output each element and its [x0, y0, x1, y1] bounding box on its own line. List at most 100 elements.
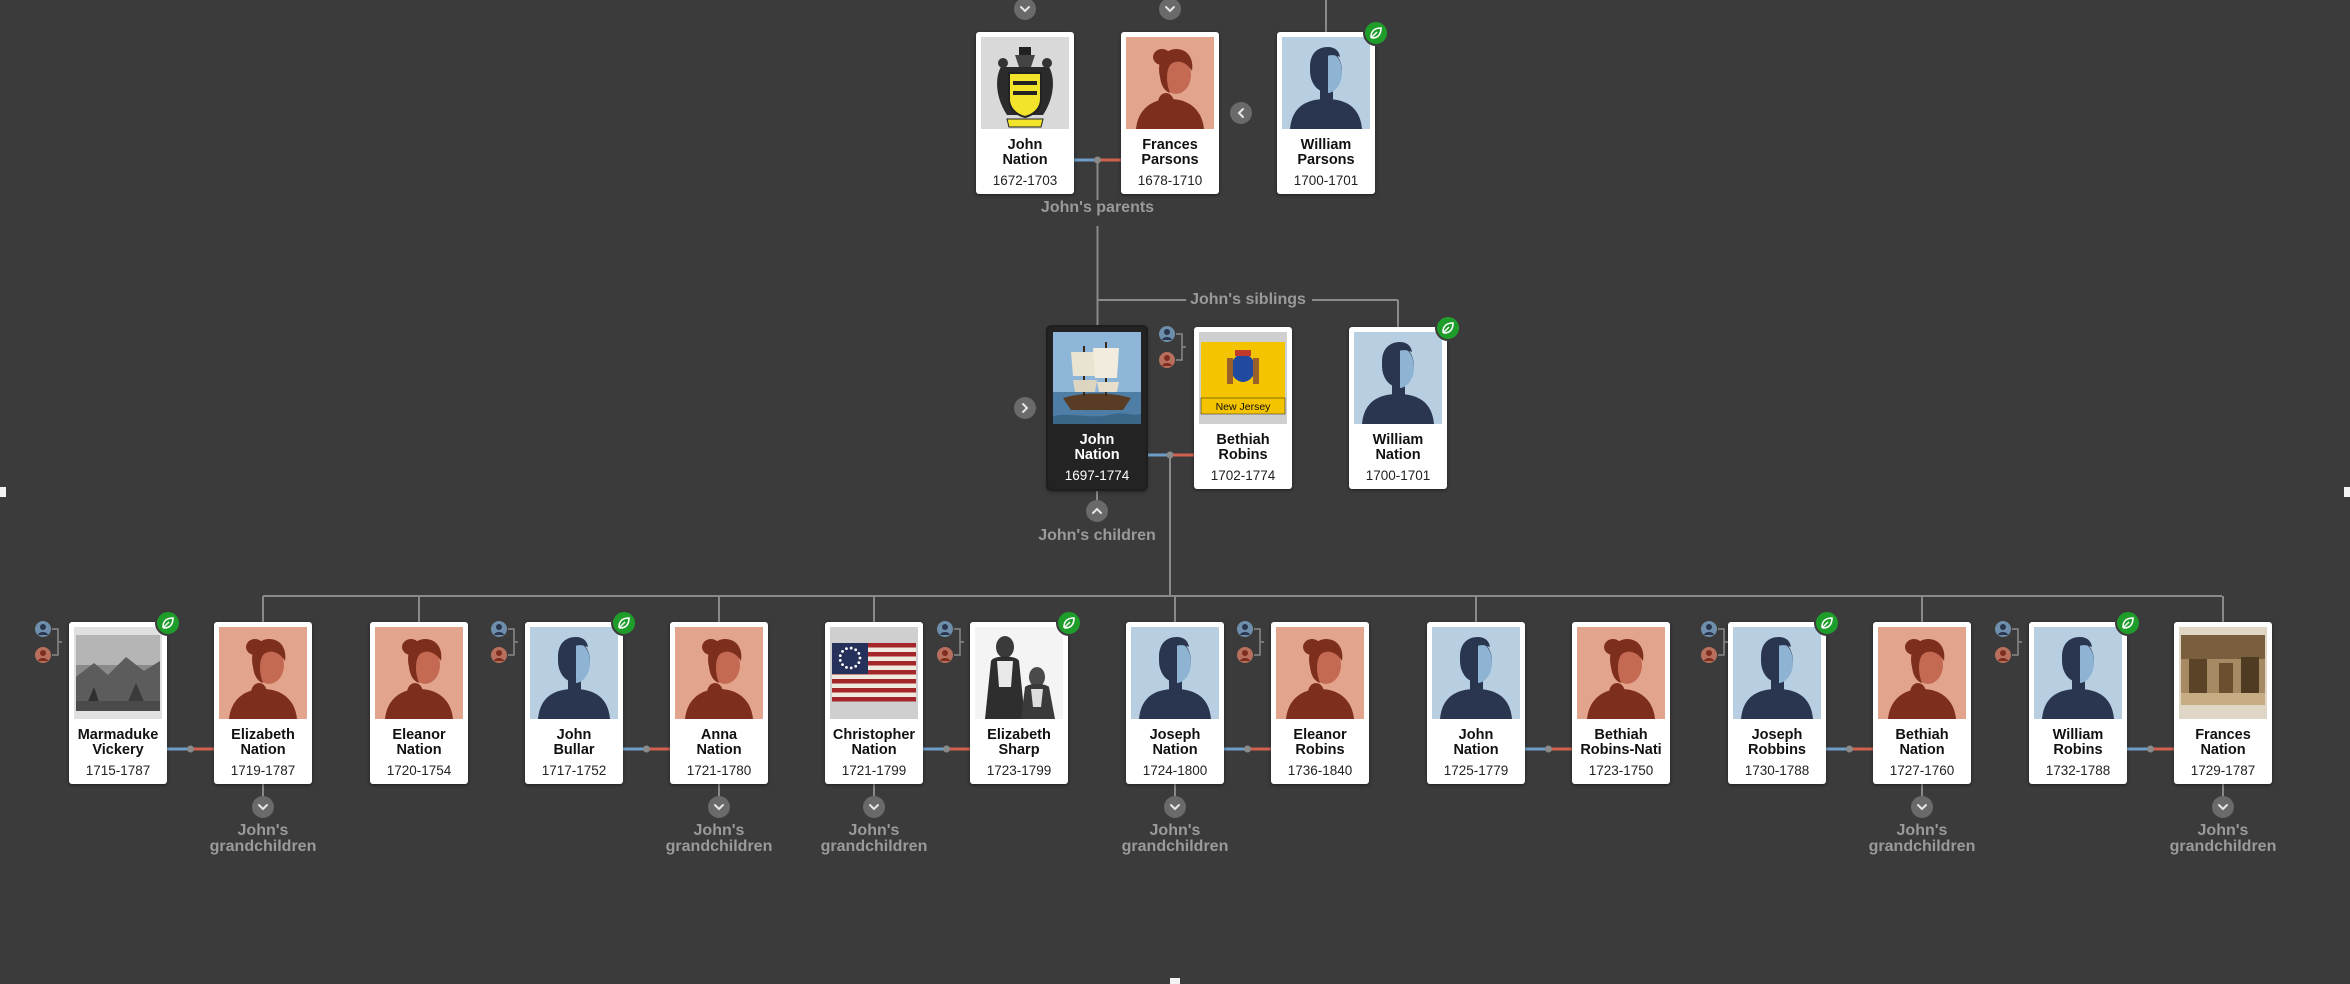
grandchildren-label-line2: grandchildren: [820, 838, 928, 855]
person-dates: 1727-1760: [1889, 763, 1955, 778]
person-dates: 1721-1799: [841, 763, 907, 778]
person-card[interactable]: Christopher Nation 1721-1799: [825, 622, 923, 784]
person-card[interactable]: John Bullar 1717-1752: [525, 622, 623, 784]
person-dates: 1697-1774: [1064, 468, 1130, 483]
engraving-photo: [975, 627, 1063, 719]
add-parents-icon[interactable]: [1158, 326, 1186, 370]
person-card[interactable]: Frances Parsons 1678-1710: [1121, 32, 1219, 194]
union-dot: [1244, 745, 1251, 753]
person-card[interactable]: William Nation 1700-1701: [1349, 327, 1447, 489]
person-name: Elizabeth Sharp: [987, 727, 1051, 758]
sepia-photo-photo: [2179, 627, 2267, 719]
chevron-down-icon[interactable]: [2212, 796, 2234, 818]
person-name: Anna Nation: [696, 727, 742, 758]
grandchildren-label-line2: grandchildren: [1121, 838, 1229, 855]
person-dates: 1700-1701: [1293, 173, 1359, 188]
leaf-hint-icon[interactable]: [611, 610, 637, 636]
person-dates: 1730-1788: [1744, 763, 1810, 778]
grandchildren-label: John's grandchildren: [210, 823, 317, 855]
male-silhouette-photo: [1432, 627, 1520, 719]
person-dates: 1732-1788: [2045, 763, 2111, 778]
chevron-down-icon[interactable]: [1159, 0, 1181, 20]
leaf-hint-icon[interactable]: [155, 610, 181, 636]
person-name: Christopher Nation: [832, 727, 916, 758]
siblings-label: John's siblings: [1186, 292, 1310, 308]
person-card[interactable]: John Nation 1672-1703: [976, 32, 1074, 194]
leaf-hint-icon[interactable]: [1363, 20, 1389, 46]
resize-handle[interactable]: [0, 487, 6, 497]
person-dates: 1724-1800: [1142, 763, 1208, 778]
person-dates: 1719-1787: [230, 763, 296, 778]
chevron-down-icon[interactable]: [708, 796, 730, 818]
union-dot: [2147, 745, 2154, 753]
bw-photo-photo: [74, 627, 162, 719]
person-card[interactable]: William Parsons 1700-1701: [1277, 32, 1375, 194]
person-name: Frances Nation: [2195, 727, 2251, 758]
grandchildren-label-line1: John's: [693, 822, 745, 839]
person-card[interactable]: Joseph Nation 1724-1800: [1126, 622, 1224, 784]
leaf-hint-icon[interactable]: [1814, 610, 1840, 636]
grandchildren-label-line2: grandchildren: [209, 838, 317, 855]
male-silhouette-photo: [2034, 627, 2122, 719]
new-jersey-flag-photo: New Jersey: [1199, 332, 1287, 424]
person-name: Joseph Nation: [1149, 727, 1201, 758]
person-card[interactable]: Anna Nation 1721-1780: [670, 622, 768, 784]
person-card[interactable]: New Jersey Bethiah Robins 1702-1774: [1194, 327, 1292, 489]
person-card[interactable]: Eleanor Robins 1736-1840: [1271, 622, 1369, 784]
resize-handle[interactable]: [1170, 978, 1180, 984]
leaf-hint-icon[interactable]: [1435, 315, 1461, 341]
chevron-down-icon[interactable]: [1911, 796, 1933, 818]
person-card[interactable]: Bethiah Nation 1727-1760: [1873, 622, 1971, 784]
chevron-down-icon[interactable]: [252, 796, 274, 818]
svg-text:New Jersey: New Jersey: [1216, 401, 1272, 413]
female-silhouette-photo: [1577, 627, 1665, 719]
chevron-down-icon[interactable]: [1164, 796, 1186, 818]
person-card[interactable]: Joseph Robbins 1730-1788: [1728, 622, 1826, 784]
chevron-right-icon[interactable]: [1014, 397, 1036, 419]
person-name: William Nation: [1372, 432, 1424, 463]
person-dates: 1700-1701: [1365, 468, 1431, 483]
person-card[interactable]: John Nation 1725-1779: [1427, 622, 1525, 784]
person-card[interactable]: Marmaduke Vickery 1715-1787: [69, 622, 167, 784]
person-dates: 1720-1754: [386, 763, 452, 778]
chevron-down-icon[interactable]: [1014, 0, 1036, 20]
chevron-up-icon[interactable]: [1086, 500, 1108, 522]
person-card[interactable]: Bethiah Robins-Nati 1723-1750: [1572, 622, 1670, 784]
focus-person-card[interactable]: John Nation 1697-1774: [1048, 327, 1146, 489]
person-name: William Robins: [2052, 727, 2104, 758]
person-card[interactable]: William Robins 1732-1788: [2029, 622, 2127, 784]
resize-handle[interactable]: [2344, 487, 2350, 497]
chevron-down-icon[interactable]: [863, 796, 885, 818]
grandchildren-label-line2: grandchildren: [1868, 838, 1976, 855]
grandchildren-label-line2: grandchildren: [665, 838, 773, 855]
person-name: Bethiah Robins-Nati: [1580, 727, 1662, 758]
person-card[interactable]: Frances Nation 1729-1787: [2174, 622, 2272, 784]
person-card[interactable]: Elizabeth Sharp 1723-1799: [970, 622, 1068, 784]
person-name: Marmaduke Vickery: [77, 727, 159, 758]
add-parents-icon[interactable]: [490, 621, 518, 665]
person-dates: 1725-1779: [1443, 763, 1509, 778]
grandchildren-label: John's grandchildren: [666, 823, 773, 855]
person-name: William Parsons: [1297, 137, 1355, 168]
leaf-hint-icon[interactable]: [2115, 610, 2141, 636]
person-name: John Nation: [1002, 137, 1048, 168]
grandchildren-label: John's grandchildren: [1122, 823, 1229, 855]
person-name: Joseph Robbins: [1748, 727, 1806, 758]
add-parents-icon[interactable]: [34, 621, 62, 665]
add-parents-icon[interactable]: [1994, 621, 2022, 665]
add-parents-icon[interactable]: [936, 621, 964, 665]
person-card[interactable]: Eleanor Nation 1720-1754: [370, 622, 468, 784]
person-dates: 1736-1840: [1287, 763, 1353, 778]
union-dot: [943, 745, 950, 753]
grandchildren-label: John's grandchildren: [2170, 823, 2277, 855]
leaf-hint-icon[interactable]: [1056, 610, 1082, 636]
grandchildren-label: John's grandchildren: [1869, 823, 1976, 855]
add-parents-icon[interactable]: [1236, 621, 1264, 665]
chevron-left-icon[interactable]: [1230, 102, 1252, 124]
person-card[interactable]: Elizabeth Nation 1719-1787: [214, 622, 312, 784]
person-dates: 1729-1787: [2190, 763, 2256, 778]
union-dot: [1846, 745, 1853, 753]
add-parents-icon[interactable]: [1700, 621, 1728, 665]
female-silhouette-photo: [675, 627, 763, 719]
grandchildren-label-line1: John's: [1149, 822, 1201, 839]
